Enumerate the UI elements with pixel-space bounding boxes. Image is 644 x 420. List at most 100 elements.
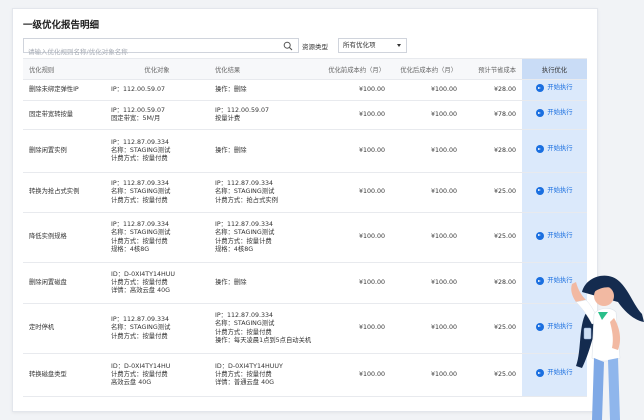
report-panel: 一级优化报告明细 资源类型 所有优化项 优化规则 优化对象 优化结果 优化前成本…	[12, 8, 598, 412]
object-line: 高效云盘 40G	[111, 379, 152, 387]
object-line: 名称：STAGING测试	[111, 324, 171, 332]
object-line: 计费方式：按量付费	[111, 196, 168, 204]
result-cell: IP：112.87.09.334 名称：STAGING测试 计费方式：抢占式实例	[209, 172, 311, 213]
result-line: 计费方式：抢占式实例	[215, 196, 278, 204]
arrow-right-circle-icon	[536, 277, 545, 286]
table-header-row: 优化规则 优化对象 优化结果 优化前成本约（月） 优化后成本约（月） 预计节省成…	[23, 58, 587, 80]
start-execute-label: 开始执行	[547, 84, 573, 92]
arrow-right-circle-icon	[536, 186, 545, 195]
cost-after-cell: ¥100.00	[391, 353, 463, 397]
cost-before-cell: ¥100.00	[311, 129, 391, 173]
start-execute-button[interactable]: 开始执行	[536, 231, 573, 240]
resource-type-select[interactable]: 所有优化项	[338, 38, 407, 53]
arrow-right-circle-icon	[536, 231, 545, 240]
header-result: 优化结果	[209, 58, 311, 80]
object-line: 名称：STAGING测试	[111, 229, 171, 237]
start-execute-button[interactable]: 开始执行	[536, 84, 573, 93]
result-cell: IP：112.00.59.07 按量计费	[209, 100, 311, 130]
result-line: 计费方式：按量计费	[215, 237, 272, 245]
object-line: 详情：高效云盘 40G	[111, 287, 170, 295]
object-cell: ID：D-0XI4TY14HUU 计费方式：按量付费 详情：高效云盘 40G	[105, 262, 209, 304]
cost-before-cell: ¥100.00	[311, 262, 391, 304]
saving-cell: ¥25.00	[463, 303, 522, 354]
object-line: 计费方式：按量付费	[111, 237, 168, 245]
cost-after-cell: ¥100.00	[391, 100, 463, 130]
object-cell: IP：112.00.59.07 固定带宽：5M/月	[105, 100, 209, 130]
rule-cell: 转换为抢占式实例	[23, 172, 105, 213]
result-line: 计费方式：按量付费	[215, 328, 272, 336]
table-row: 降低实例规格 IP：112.87.09.334 名称：STAGING测试 计费方式：按…	[23, 212, 587, 263]
search-icon[interactable]	[283, 41, 293, 51]
result-line: 计费方式：按量付费	[215, 370, 272, 378]
object-cell: IP：112.00.59.07	[105, 79, 209, 101]
object-line: ID：D-0XI4TY14HUU	[111, 270, 175, 278]
header-cost-before: 优化前成本约（月）	[311, 58, 391, 80]
header-saving: 预计节省成本	[463, 58, 522, 80]
result-line: 按量计费	[215, 115, 241, 122]
result-line: IP：112.87.09.334	[215, 220, 274, 228]
arrow-right-circle-icon	[536, 109, 545, 118]
cost-before-cell: ¥100.00	[311, 353, 391, 397]
saving-cell: ¥28.00	[463, 79, 522, 101]
table-row: 删除未绑定弹性IP IP：112.00.59.07 操作：删除 ¥100.00 ¥100…	[23, 79, 587, 101]
search-input[interactable]	[24, 45, 278, 59]
table-row: 转换磁盘类型 ID：D-0XI4TY14HU 计费方式：按量付费 高效云盘 40G ID…	[23, 353, 587, 397]
resource-type-selected: 所有优化项	[343, 41, 376, 49]
object-line: 计费方式：按量付费	[111, 278, 168, 286]
result-line: 操作：删除	[215, 146, 247, 154]
cost-before-cell: ¥100.00	[311, 212, 391, 263]
action-cell: 开始执行	[522, 100, 587, 130]
object-line: IP：112.87.09.334	[111, 220, 170, 228]
result-cell: 操作：删除	[209, 129, 311, 173]
rule-cell: 降低实例规格	[23, 212, 105, 263]
start-execute-button[interactable]: 开始执行	[536, 109, 573, 118]
result-cell: IP：112.87.09.334 名称：STAGING测试 计费方式：按量计费 规格：…	[209, 212, 311, 263]
cost-after-cell: ¥100.00	[391, 172, 463, 213]
resource-type-label: 资源类型	[302, 43, 328, 51]
rule-cell: 删除未绑定弹性IP	[23, 79, 105, 101]
arrow-right-circle-icon	[536, 84, 545, 93]
object-line: 名称：STAGING测试	[111, 188, 171, 196]
start-execute-button[interactable]: 开始执行	[536, 186, 573, 195]
cost-after-cell: ¥100.00	[391, 303, 463, 354]
result-line: ID：D-0XI4TY14HUUY	[215, 362, 283, 370]
result-line: 名称：STAGING测试	[215, 229, 275, 237]
object-line: IP：112.87.09.334	[111, 138, 170, 146]
chevron-down-icon	[397, 44, 401, 47]
start-execute-button[interactable]: 开始执行	[536, 145, 573, 154]
start-execute-label: 开始执行	[547, 231, 573, 239]
arrow-right-circle-icon	[536, 369, 545, 378]
saving-cell: ¥78.00	[463, 100, 522, 130]
cost-after-cell: ¥100.00	[391, 262, 463, 304]
object-line: 计费方式：按量付费	[111, 370, 168, 378]
saving-cell: ¥28.00	[463, 262, 522, 304]
cost-before-cell: ¥100.00	[311, 79, 391, 101]
header-cost-after: 优化后成本约（月）	[391, 58, 463, 80]
object-cell: IP：112.87.09.334 名称：STAGING测试 计费方式：按量付费	[105, 303, 209, 354]
table-row: 删除闲置实例 IP：112.87.09.334 名称：STAGING测试 计费方式：按…	[23, 129, 587, 173]
person-illustration	[571, 275, 644, 420]
result-line: 操作：删除	[215, 278, 247, 286]
object-cell: IP：112.87.09.334 名称：STAGING测试 计费方式：按量付费 规格：…	[105, 212, 209, 263]
object-line: 名称：STAGING测试	[111, 146, 171, 154]
result-line: 操作：每天凌晨1点到5点自动关机	[215, 336, 312, 344]
result-cell: IP：112.87.09.334 名称：STAGING测试 计费方式：按量付费 操作：…	[209, 303, 312, 354]
header-rule: 优化规则	[23, 58, 105, 80]
result-line: IP：112.87.09.334	[215, 311, 274, 319]
result-cell: 操作：删除	[209, 262, 311, 304]
object-line: 固定带宽：5M/月	[111, 115, 161, 122]
arrow-right-circle-icon	[536, 145, 545, 154]
page-title: 一级优化报告明细	[23, 20, 100, 31]
header-action: 执行优化	[522, 58, 587, 80]
start-execute-label: 开始执行	[547, 186, 573, 194]
cost-before-cell: ¥100.00	[311, 303, 391, 354]
result-line: 名称：STAGING测试	[215, 188, 275, 196]
optimization-table: 优化规则 优化对象 优化结果 优化前成本约（月） 优化后成本约（月） 预计节省成…	[23, 58, 587, 397]
rule-cell: 转换磁盘类型	[23, 353, 105, 397]
table-row: 定时停机 IP：112.87.09.334 名称：STAGING测试 计费方式：按量付…	[23, 303, 587, 354]
search-box[interactable]	[23, 38, 299, 59]
rule-cell: 固定带宽转按量	[23, 100, 105, 130]
object-cell: ID：D-0XI4TY14HU 计费方式：按量付费 高效云盘 40G	[105, 353, 209, 397]
header-object: 优化对象	[105, 58, 209, 80]
rule-cell: 定时停机	[23, 303, 105, 354]
